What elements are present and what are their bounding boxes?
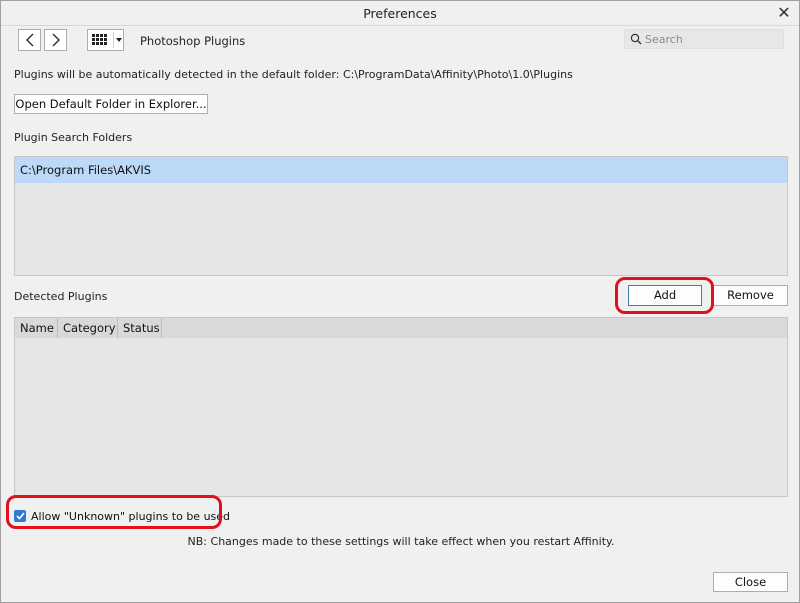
- search-input[interactable]: [645, 31, 781, 47]
- preferences-window: Preferences ✕ Photoshop Plugins Search P…: [0, 0, 800, 603]
- allow-unknown-label[interactable]: Allow "Unknown" plugins to be used: [31, 510, 230, 523]
- column-header-name[interactable]: Name: [15, 318, 58, 338]
- section-title: Photoshop Plugins: [140, 34, 246, 48]
- detected-plugins-label: Detected Plugins: [14, 290, 108, 303]
- close-button[interactable]: Close: [713, 572, 788, 592]
- search-folders-label: Plugin Search Folders: [14, 131, 133, 144]
- search-folders-list[interactable]: C:\Program Files\AKVIS: [14, 156, 788, 276]
- chevron-left-icon: [25, 33, 33, 47]
- column-header-category[interactable]: Category: [58, 318, 118, 338]
- add-button[interactable]: Add: [628, 285, 702, 306]
- table-header: Name Category Status: [15, 318, 787, 338]
- open-default-folder-button[interactable]: Open Default Folder in Explorer...: [14, 94, 208, 114]
- window-title: Preferences: [363, 6, 437, 21]
- remove-button[interactable]: Remove: [713, 285, 788, 306]
- list-item[interactable]: C:\Program Files\AKVIS: [15, 157, 787, 183]
- grid-icon: [92, 34, 109, 46]
- chevron-right-icon: [52, 33, 60, 47]
- title-bar: Preferences ✕: [1, 1, 799, 26]
- column-header-status[interactable]: Status: [118, 318, 162, 338]
- checkmark-icon: [15, 512, 25, 520]
- close-icon[interactable]: ✕: [775, 4, 793, 22]
- restart-note: NB: Changes made to these settings will …: [187, 535, 615, 548]
- allow-unknown-checkbox[interactable]: [14, 510, 26, 522]
- allow-unknown-row[interactable]: Allow "Unknown" plugins to be used: [14, 508, 230, 524]
- categories-menu-button[interactable]: [87, 29, 124, 51]
- toolbar: Photoshop Plugins: [1, 26, 799, 56]
- forward-button[interactable]: [44, 29, 67, 51]
- default-folder-info: Plugins will be automatically detected i…: [14, 68, 573, 81]
- back-button[interactable]: [18, 29, 41, 51]
- caret-down-icon: [116, 38, 122, 42]
- search-icon: [630, 33, 642, 45]
- search-box[interactable]: [624, 29, 784, 49]
- detected-plugins-table[interactable]: Name Category Status: [14, 317, 788, 497]
